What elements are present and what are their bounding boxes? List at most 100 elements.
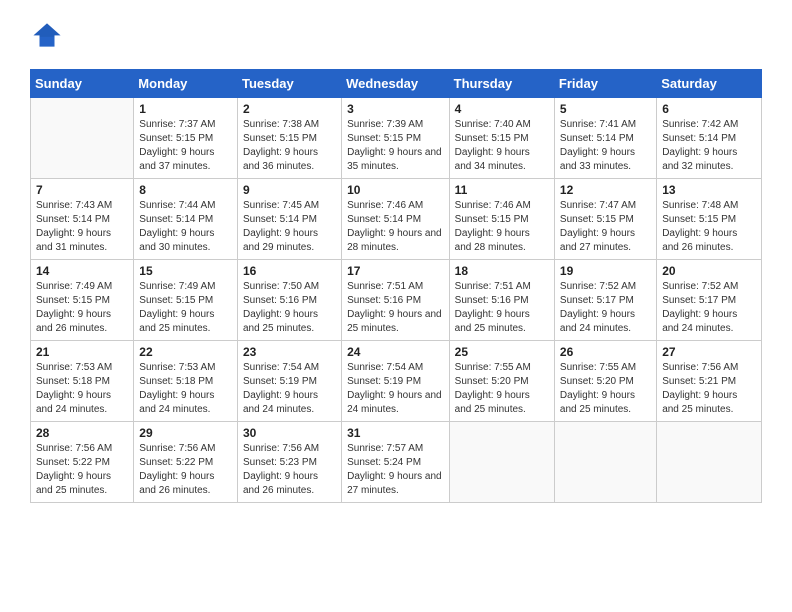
day-info: Sunrise: 7:56 AMSunset: 5:21 PMDaylight:…: [662, 361, 756, 417]
sunrise-time: Sunrise: 7:37 AM: [139, 118, 232, 132]
day-info: Sunrise: 7:53 AMSunset: 5:18 PMDaylight:…: [139, 361, 232, 417]
sunrise-time: Sunrise: 7:52 AM: [662, 280, 756, 294]
logo-icon: [32, 20, 62, 50]
sunrise-time: Sunrise: 7:51 AM: [455, 280, 549, 294]
daylight-hours: Daylight: 9 hours and 32 minutes.: [662, 146, 756, 174]
daylight-hours: Daylight: 9 hours and 37 minutes.: [139, 146, 232, 174]
day-number: 10: [347, 183, 444, 197]
day-info: Sunrise: 7:39 AMSunset: 5:15 PMDaylight:…: [347, 118, 444, 174]
sunset-time: Sunset: 5:14 PM: [347, 213, 444, 227]
sunrise-time: Sunrise: 7:41 AM: [560, 118, 651, 132]
daylight-hours: Daylight: 9 hours and 24 minutes.: [243, 389, 336, 417]
table-row: 5 Sunrise: 7:41 AMSunset: 5:14 PMDaylight…: [554, 98, 656, 179]
table-row: [31, 98, 134, 179]
header: [30, 20, 762, 55]
daylight-hours: Daylight: 9 hours and 24 minutes.: [560, 308, 651, 336]
daylight-hours: Daylight: 9 hours and 35 minutes.: [347, 146, 444, 174]
day-info: Sunrise: 7:52 AMSunset: 5:17 PMDaylight:…: [560, 280, 651, 336]
sunset-time: Sunset: 5:19 PM: [347, 375, 444, 389]
sunrise-time: Sunrise: 7:46 AM: [347, 199, 444, 213]
sunset-time: Sunset: 5:18 PM: [36, 375, 128, 389]
day-info: Sunrise: 7:41 AMSunset: 5:14 PMDaylight:…: [560, 118, 651, 174]
table-row: 3 Sunrise: 7:39 AMSunset: 5:15 PMDaylight…: [342, 98, 450, 179]
table-row: 21Sunrise: 7:53 AMSunset: 5:18 PMDayligh…: [31, 341, 134, 422]
sunset-time: Sunset: 5:19 PM: [243, 375, 336, 389]
calendar-week-row: 14Sunrise: 7:49 AMSunset: 5:15 PMDayligh…: [31, 260, 762, 341]
day-number: 13: [662, 183, 756, 197]
sunset-time: Sunset: 5:15 PM: [560, 213, 651, 227]
daylight-hours: Daylight: 9 hours and 25 minutes.: [347, 308, 444, 336]
day-number: 4: [455, 102, 549, 116]
day-number: 5: [560, 102, 651, 116]
sunrise-time: Sunrise: 7:50 AM: [243, 280, 336, 294]
sunrise-time: Sunrise: 7:56 AM: [662, 361, 756, 375]
col-friday: Friday: [554, 70, 656, 98]
day-info: Sunrise: 7:38 AMSunset: 5:15 PMDaylight:…: [243, 118, 336, 174]
daylight-hours: Daylight: 9 hours and 30 minutes.: [139, 227, 232, 255]
day-info: Sunrise: 7:45 AMSunset: 5:14 PMDaylight:…: [243, 199, 336, 255]
day-number: 15: [139, 264, 232, 278]
sunrise-time: Sunrise: 7:57 AM: [347, 442, 444, 456]
daylight-hours: Daylight: 9 hours and 27 minutes.: [347, 470, 444, 498]
table-row: 12 Sunrise: 7:47 AMSunset: 5:15 PMDayligh…: [554, 179, 656, 260]
sunset-time: Sunset: 5:16 PM: [455, 294, 549, 308]
day-info: Sunrise: 7:56 AMSunset: 5:23 PMDaylight:…: [243, 442, 336, 498]
table-row: 9Sunrise: 7:45 AMSunset: 5:14 PMDaylight…: [237, 179, 341, 260]
col-saturday: Saturday: [657, 70, 762, 98]
table-row: 1Sunrise: 7:37 AMSunset: 5:15 PMDaylight…: [134, 98, 238, 179]
day-number: 22: [139, 345, 232, 359]
daylight-hours: Daylight: 9 hours and 29 minutes.: [243, 227, 336, 255]
day-info: Sunrise: 7:50 AMSunset: 5:16 PMDaylight:…: [243, 280, 336, 336]
sunset-time: Sunset: 5:15 PM: [455, 132, 549, 146]
daylight-hours: Daylight: 9 hours and 31 minutes.: [36, 227, 128, 255]
day-info: Sunrise: 7:53 AMSunset: 5:18 PMDaylight:…: [36, 361, 128, 417]
daylight-hours: Daylight: 9 hours and 26 minutes.: [139, 470, 232, 498]
sunrise-time: Sunrise: 7:47 AM: [560, 199, 651, 213]
sunset-time: Sunset: 5:14 PM: [243, 213, 336, 227]
col-wednesday: Wednesday: [342, 70, 450, 98]
col-monday: Monday: [134, 70, 238, 98]
table-row: 8Sunrise: 7:44 AMSunset: 5:14 PMDaylight…: [134, 179, 238, 260]
table-row: [449, 422, 554, 503]
sunrise-time: Sunrise: 7:55 AM: [455, 361, 549, 375]
sunrise-time: Sunrise: 7:54 AM: [243, 361, 336, 375]
day-number: 12: [560, 183, 651, 197]
sunrise-time: Sunrise: 7:55 AM: [560, 361, 651, 375]
sunset-time: Sunset: 5:17 PM: [560, 294, 651, 308]
day-info: Sunrise: 7:43 AMSunset: 5:14 PMDaylight:…: [36, 199, 128, 255]
table-row: 23Sunrise: 7:54 AMSunset: 5:19 PMDayligh…: [237, 341, 341, 422]
table-row: 27Sunrise: 7:56 AMSunset: 5:21 PMDayligh…: [657, 341, 762, 422]
day-info: Sunrise: 7:54 AMSunset: 5:19 PMDaylight:…: [243, 361, 336, 417]
day-info: Sunrise: 7:51 AMSunset: 5:16 PMDaylight:…: [455, 280, 549, 336]
day-info: Sunrise: 7:37 AMSunset: 5:15 PMDaylight:…: [139, 118, 232, 174]
sunrise-time: Sunrise: 7:44 AM: [139, 199, 232, 213]
sunset-time: Sunset: 5:14 PM: [560, 132, 651, 146]
day-number: 8: [139, 183, 232, 197]
col-tuesday: Tuesday: [237, 70, 341, 98]
page: Sunday Monday Tuesday Wednesday Thursday…: [0, 0, 792, 612]
day-info: Sunrise: 7:51 AMSunset: 5:16 PMDaylight:…: [347, 280, 444, 336]
sunrise-time: Sunrise: 7:42 AM: [662, 118, 756, 132]
sunset-time: Sunset: 5:24 PM: [347, 456, 444, 470]
daylight-hours: Daylight: 9 hours and 28 minutes.: [455, 227, 549, 255]
daylight-hours: Daylight: 9 hours and 27 minutes.: [560, 227, 651, 255]
table-row: [657, 422, 762, 503]
sunset-time: Sunset: 5:14 PM: [36, 213, 128, 227]
sunrise-time: Sunrise: 7:53 AM: [36, 361, 128, 375]
calendar-week-row: 7Sunrise: 7:43 AMSunset: 5:14 PMDaylight…: [31, 179, 762, 260]
sunset-time: Sunset: 5:15 PM: [662, 213, 756, 227]
sunset-time: Sunset: 5:14 PM: [662, 132, 756, 146]
calendar-week-row: 28Sunrise: 7:56 AMSunset: 5:22 PMDayligh…: [31, 422, 762, 503]
daylight-hours: Daylight: 9 hours and 25 minutes.: [139, 308, 232, 336]
table-row: 13Sunrise: 7:48 AMSunset: 5:15 PMDayligh…: [657, 179, 762, 260]
day-info: Sunrise: 7:49 AMSunset: 5:15 PMDaylight:…: [36, 280, 128, 336]
day-info: Sunrise: 7:55 AMSunset: 5:20 PMDaylight:…: [455, 361, 549, 417]
sunset-time: Sunset: 5:17 PM: [662, 294, 756, 308]
day-number: 3: [347, 102, 444, 116]
sunset-time: Sunset: 5:15 PM: [455, 213, 549, 227]
day-info: Sunrise: 7:56 AMSunset: 5:22 PMDaylight:…: [139, 442, 232, 498]
day-number: 24: [347, 345, 444, 359]
day-number: 19: [560, 264, 651, 278]
table-row: 22 Sunrise: 7:53 AMSunset: 5:18 PMDayligh…: [134, 341, 238, 422]
sunset-time: Sunset: 5:20 PM: [455, 375, 549, 389]
